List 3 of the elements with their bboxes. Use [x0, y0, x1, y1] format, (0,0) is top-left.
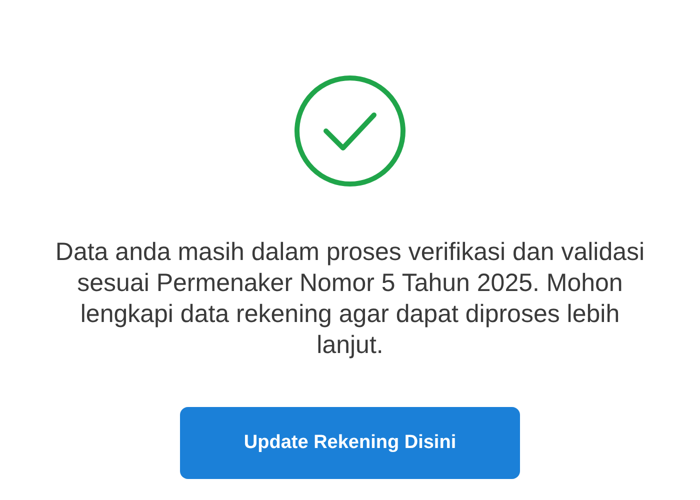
status-message: Data anda masih dalam proses verifikasi dan validasi sesuai Permenaker Nomor 5 Tahun 2025. Mohon lengkapi data rekening agar dapat diproses lebih lanjut.	[54, 237, 646, 361]
check-circle-icon	[294, 75, 406, 187]
update-account-button[interactable]: Update Rekening Disini	[180, 407, 520, 479]
